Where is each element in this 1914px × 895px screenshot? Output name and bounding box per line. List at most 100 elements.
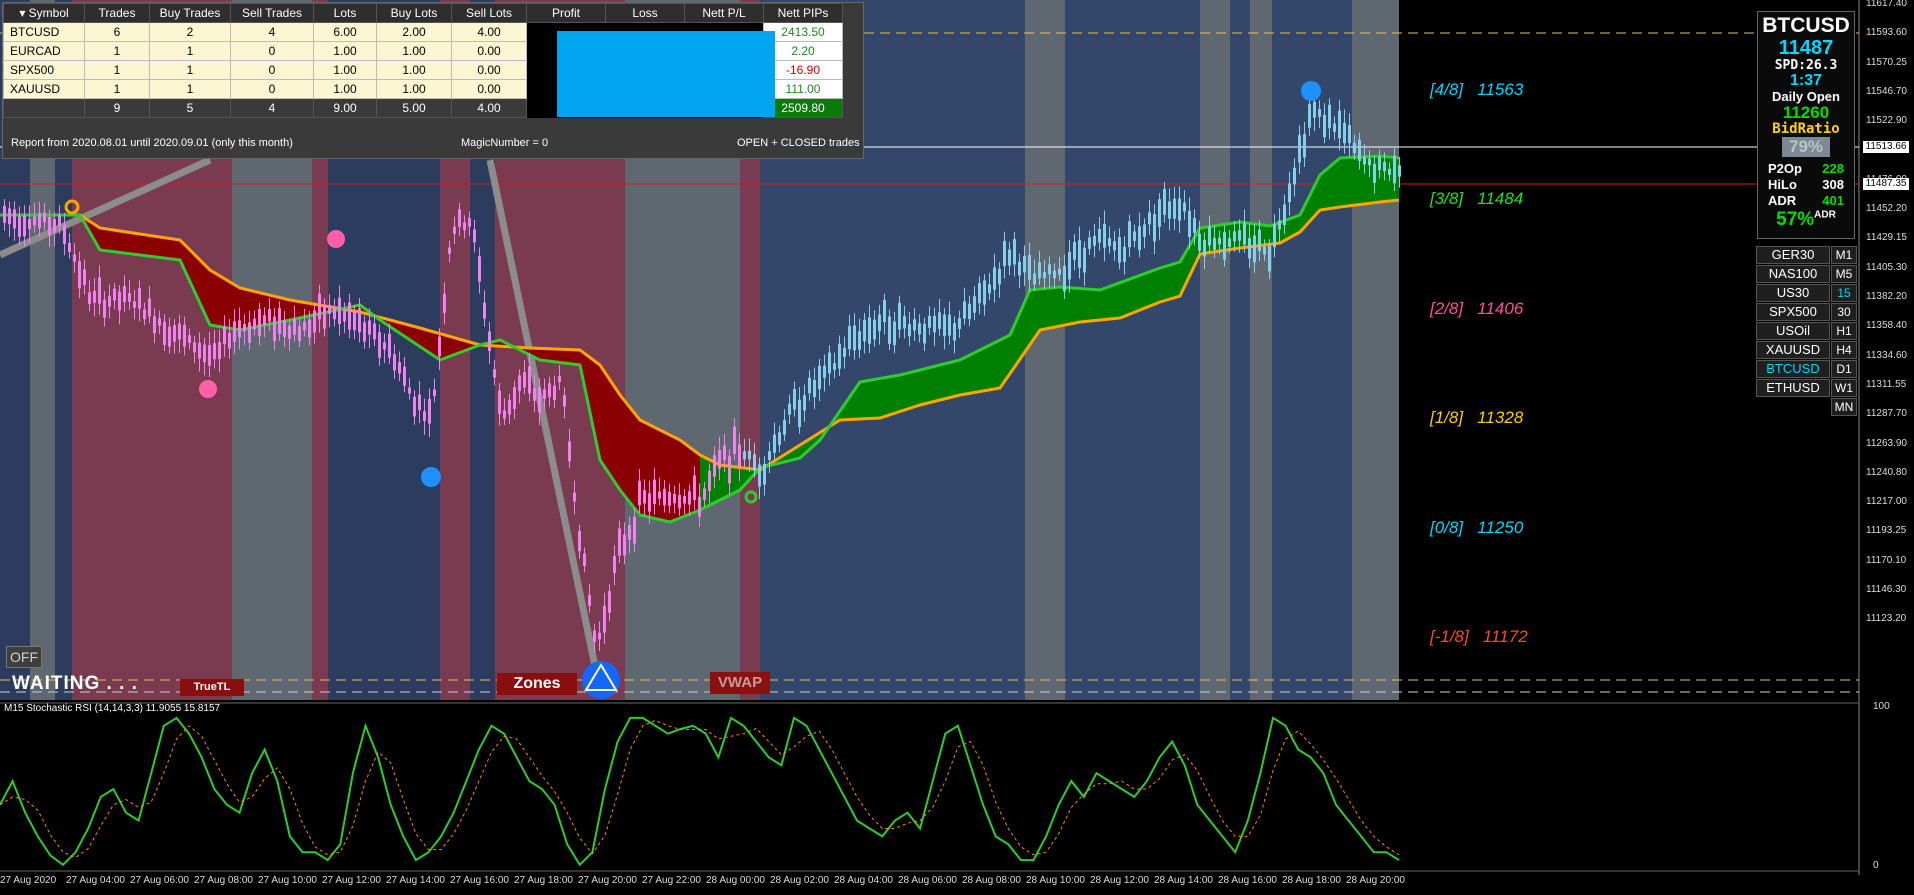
candle-body [883, 299, 886, 323]
candle-body [563, 395, 566, 407]
timeframe-button-m1[interactable]: M1 [1831, 246, 1857, 264]
candle-body [1238, 230, 1241, 241]
candle-body [748, 450, 751, 460]
col-nett-pl[interactable]: Nett P/L [684, 3, 764, 23]
symbol-button-spx500[interactable]: SPX500 [1756, 303, 1830, 321]
price-tick-label: 11522.90 [1866, 115, 1907, 127]
candle-body [893, 321, 896, 346]
candle-body [638, 480, 641, 506]
col-buy-lots[interactable]: Buy Lots [376, 3, 452, 23]
timeframe-button-w1[interactable]: W1 [1831, 379, 1857, 397]
candle-body [88, 292, 91, 305]
timeframe-button-h4[interactable]: H4 [1831, 341, 1857, 359]
candle-body [273, 316, 276, 341]
murrey-level-3: [3/8] 11484 [1430, 189, 1523, 209]
symbol-button-usoil[interactable]: USOil [1756, 322, 1830, 340]
level-label: [-1/8] [1430, 627, 1469, 646]
col-loss[interactable]: Loss [605, 3, 685, 23]
candle-body [1098, 228, 1101, 243]
candle-body [1088, 237, 1091, 249]
candle-body [678, 494, 681, 509]
price-tick-label: 11593.60 [1866, 27, 1907, 39]
candle-body [468, 218, 471, 227]
zones-button[interactable]: Zones [497, 673, 577, 695]
timeframe-button-h1[interactable]: H1 [1831, 322, 1857, 340]
price-tick-label: 11382.20 [1866, 291, 1907, 302]
candle-body [523, 372, 526, 388]
candle-body [958, 318, 961, 330]
symbol-button-btcusd[interactable]: BTCUSD [1756, 360, 1830, 378]
candle-body [378, 332, 381, 358]
timeframe-button-m15[interactable]: 15 [1831, 284, 1857, 302]
candle-body [848, 326, 851, 350]
price-tick-label: 11358.40 [1866, 320, 1907, 332]
col-symbol[interactable]: ▾ Symbol [3, 3, 85, 23]
symbol-button-ger30[interactable]: GER30 [1756, 246, 1830, 264]
candle-body [1163, 188, 1166, 215]
candle-body [1258, 229, 1261, 252]
timeframe-button-d1[interactable]: D1 [1831, 360, 1857, 378]
candle-body [448, 247, 451, 254]
candle-body [108, 295, 111, 307]
candle-body [1278, 220, 1281, 230]
candle-body [1363, 156, 1366, 165]
candle-body [938, 312, 941, 329]
price-tick-label: 11405.30 [1866, 261, 1907, 273]
candle-body [168, 326, 171, 347]
timeframe-button-m30[interactable]: 30 [1831, 303, 1857, 321]
report-range: Report from 2020.08.01 until 2020.09.01 … [11, 137, 293, 149]
candle-body [258, 309, 261, 337]
candle-body [1318, 109, 1321, 117]
candle-body [668, 491, 671, 506]
candle-body [8, 208, 11, 225]
candle-body [628, 525, 631, 540]
col-sell-lots[interactable]: Sell Lots [451, 3, 527, 23]
candle-body [1373, 163, 1376, 183]
candle-body [763, 463, 766, 485]
col-lots[interactable]: Lots [313, 3, 377, 23]
candle-body [283, 320, 286, 337]
col-profit[interactable]: Profit [526, 3, 606, 23]
timeframe-button-m5[interactable]: M5 [1831, 265, 1857, 283]
symbol-button-us30[interactable]: US30 [1756, 284, 1830, 302]
candle-body [623, 534, 626, 556]
timeframe-button-mn[interactable]: MN [1831, 398, 1857, 416]
candle-body [583, 553, 586, 567]
candle-body [368, 320, 371, 335]
candle-body [1348, 125, 1351, 144]
vwap-button[interactable]: VWAP [710, 672, 770, 694]
candle-body [968, 303, 971, 319]
symbol-button-ethusd[interactable]: ETHUSD [1756, 379, 1830, 397]
bid-ratio-label: BidRatio [1772, 121, 1840, 137]
symbol-button-nas100[interactable]: NAS100 [1756, 265, 1830, 283]
candle-body [728, 455, 731, 484]
candle-body [348, 302, 351, 330]
off-button[interactable]: OFF [6, 646, 42, 668]
signal-dot [421, 467, 441, 487]
candle-body [1358, 139, 1361, 161]
col-trades[interactable]: Trades [84, 3, 150, 23]
symbol-button-xauusd[interactable]: XAUUSD [1756, 341, 1830, 359]
candle-body [308, 319, 311, 338]
col-sell-trades[interactable]: Sell Trades [230, 3, 314, 23]
candle-body [1208, 226, 1211, 246]
candle-body [13, 209, 16, 229]
candle-body [233, 321, 236, 342]
price-tick-label: 11429.15 [1866, 232, 1907, 244]
candle-body [338, 297, 341, 324]
col-nett-pips[interactable]: Nett PIPs [763, 3, 843, 23]
time-tick-label: 28 Aug 08:00 [962, 875, 1021, 886]
candle-body [1393, 155, 1396, 184]
candle-body [998, 268, 1001, 285]
candle-body [843, 347, 846, 357]
candle-body [38, 212, 41, 229]
candle-body [1248, 238, 1251, 259]
candle-body [1043, 272, 1046, 279]
col-buy-trades[interactable]: Buy Trades [149, 3, 231, 23]
candle-body [788, 403, 791, 415]
candle-body [1303, 134, 1306, 158]
candle-body [823, 365, 826, 378]
candle-body [1178, 198, 1181, 221]
truetl-button[interactable]: TrueTL [180, 679, 244, 696]
candle-body [293, 318, 296, 335]
